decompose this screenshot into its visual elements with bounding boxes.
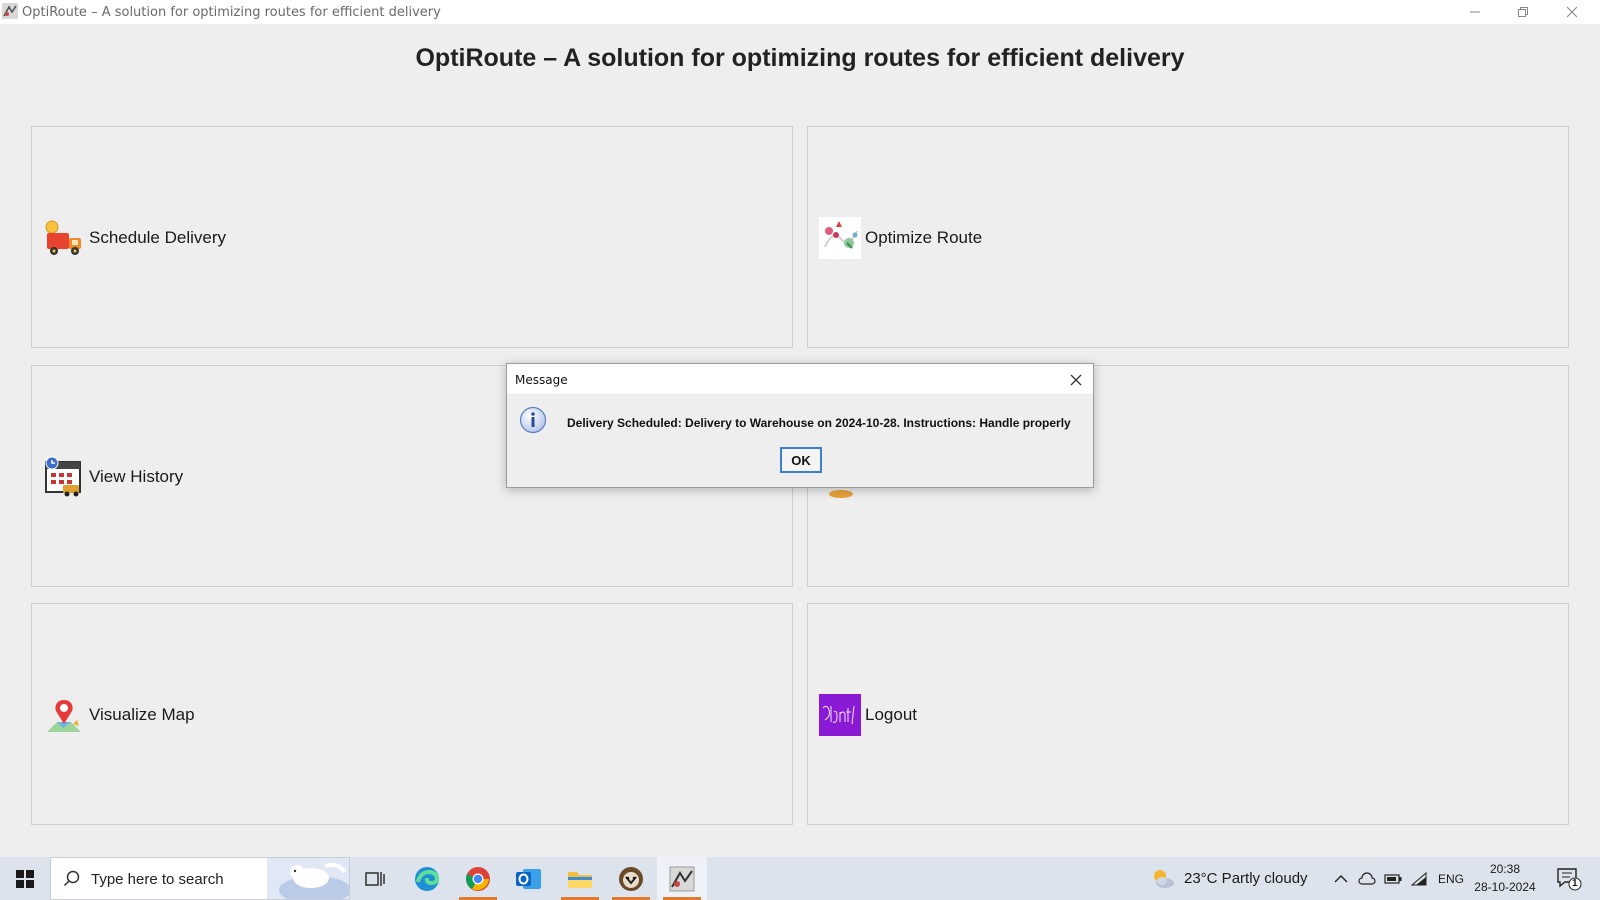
cloud-sync-icon — [1358, 871, 1376, 885]
optiroute-app-icon — [669, 866, 695, 891]
tray-wifi[interactable] — [1410, 857, 1428, 900]
notification-count: 1 — [1572, 878, 1578, 889]
taskbar-file-explorer[interactable] — [555, 857, 605, 900]
dialog-message: Delivery Scheduled: Delivery to Warehous… — [567, 416, 1071, 430]
battery-icon — [1384, 873, 1402, 884]
windows-logo-icon — [16, 869, 34, 888]
partly-cloudy-icon — [1154, 869, 1174, 888]
info-icon — [519, 406, 547, 434]
minimize-icon — [1470, 11, 1480, 13]
search-icon — [63, 870, 80, 887]
folder-icon — [568, 871, 592, 888]
taskbar-clock[interactable]: 20:38 28-10-2024 — [1468, 860, 1542, 896]
tray-battery[interactable] — [1384, 857, 1402, 900]
notification-icon — [1557, 867, 1582, 890]
weather-widget[interactable]: 23°C Partly cloudy — [1150, 857, 1308, 900]
taskbar-search[interactable]: Type here to search — [50, 857, 350, 900]
search-highlight-art-icon — [267, 858, 349, 899]
minimize-button[interactable] — [1452, 0, 1498, 24]
weather-text: 23°C Partly cloudy — [1184, 870, 1308, 887]
show-hidden-icons-button[interactable] — [1334, 857, 1348, 900]
schedule-delivery-button[interactable]: Schedule Delivery — [31, 126, 793, 348]
wifi-icon — [1410, 871, 1427, 885]
restore-icon — [1518, 7, 1528, 17]
app-icon — [2, 3, 18, 19]
visualize-map-button[interactable]: Visualize Map — [31, 603, 793, 825]
logout-label: Logout — [865, 705, 917, 724]
start-button[interactable] — [0, 857, 50, 900]
history-calendar-icon — [43, 456, 85, 498]
window-titlebar[interactable]: OptiRoute – A solution for optimizing ro… — [0, 0, 1600, 24]
taskbar-chrome[interactable] — [453, 857, 503, 900]
dialog-close-icon[interactable] — [1069, 373, 1083, 387]
optimize-route-label: Optimize Route — [865, 228, 983, 247]
close-button[interactable] — [1549, 0, 1595, 24]
dialog-titlebar[interactable]: Message — [507, 364, 1093, 395]
taskbar-optiroute[interactable] — [657, 857, 707, 900]
badger-app-icon — [619, 866, 643, 891]
notification-center-button[interactable]: 1 — [1556, 857, 1582, 900]
task-view-icon — [365, 871, 385, 886]
main-window: OptiRoute – A solution for optimizing ro… — [0, 0, 1600, 857]
signout-icon — [819, 694, 861, 736]
optimize-route-button[interactable]: Optimize Route — [807, 126, 1569, 348]
page-title: OptiRoute – A solution for optimizing ro… — [415, 44, 1185, 72]
clock-time: 20:38 — [1489, 862, 1521, 876]
map-pin-icon — [43, 694, 85, 736]
tray-language[interactable]: ENG — [1438, 857, 1464, 900]
message-dialog: Message Delivery Scheduled: Delivery to … — [506, 363, 1094, 488]
tray-onedrive[interactable] — [1358, 857, 1376, 900]
window-title: OptiRoute – A solution for optimizing ro… — [22, 5, 441, 20]
view-history-label: View History — [89, 467, 184, 486]
visualize-map-label: Visualize Map — [89, 705, 195, 724]
dialog-title: Message — [515, 373, 568, 387]
outlook-icon — [516, 868, 541, 889]
taskbar-app-badger[interactable] — [606, 857, 656, 900]
chevron-up-icon — [1334, 874, 1348, 882]
chrome-browser-icon — [466, 866, 490, 891]
task-view-button[interactable] — [350, 857, 400, 900]
restore-button[interactable] — [1500, 0, 1546, 24]
logout-button[interactable]: Logout — [807, 603, 1569, 825]
route-map-icon — [819, 217, 861, 259]
clock-date: 28-10-2024 — [1474, 880, 1536, 894]
taskbar-edge[interactable] — [402, 857, 452, 900]
taskbar-outlook[interactable] — [504, 857, 554, 900]
search-placeholder: Type here to search — [91, 871, 224, 888]
close-icon — [1566, 6, 1578, 18]
taskbar: Type here to search 23°C Partly cloudy E… — [0, 857, 1600, 900]
edge-browser-icon — [415, 866, 440, 891]
schedule-delivery-label: Schedule Delivery — [89, 228, 227, 247]
ok-button[interactable]: OK — [780, 447, 822, 473]
delivery-truck-icon — [43, 217, 85, 259]
